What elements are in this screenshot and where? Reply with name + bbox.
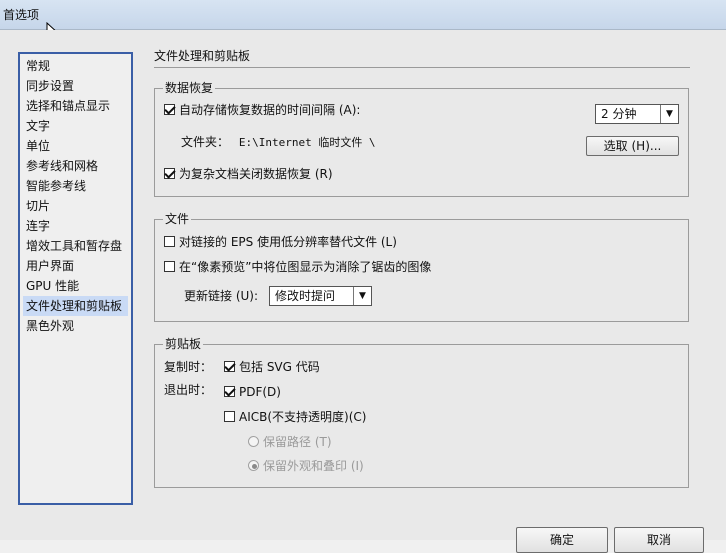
preserve-paths-label: 保留路径 (T) xyxy=(263,435,332,449)
pdf-label: PDF(D) xyxy=(239,385,281,399)
sidebar-item-plugins-scratch[interactable]: 增效工具和暂存盘 xyxy=(23,236,128,256)
window-title: 首选项 xyxy=(3,8,40,22)
update-links-select[interactable]: 修改时提问 ▼ xyxy=(269,286,372,306)
ok-button[interactable]: 确定 xyxy=(516,527,608,553)
files-group: 文件 对链接的 EPS 使用低分辨率替代文件 (L) 在“像素预览”中将位图显示… xyxy=(154,211,689,322)
update-links-value: 修改时提问 xyxy=(275,289,336,303)
interval-value: 2 分钟 xyxy=(601,107,637,121)
preserve-appearance-row[interactable]: 保留外观和叠印 (I) xyxy=(248,457,364,475)
aicb-label: AICB(不支持透明度)(C) xyxy=(239,410,367,424)
antialias-checkbox[interactable] xyxy=(164,261,175,272)
sidebar-item-user-interface[interactable]: 用户界面 xyxy=(23,256,128,276)
sidebar-nav: 常规 同步设置 选择和锚点显示 文字 单位 参考线和网格 智能参考线 切片 连字… xyxy=(18,52,133,505)
pdf-row[interactable]: PDF(D) xyxy=(224,383,281,401)
page-title: 文件处理和剪贴板 xyxy=(154,49,251,63)
data-recovery-title: 数据恢复 xyxy=(163,80,216,96)
low-res-label: 对链接的 EPS 使用低分辨率替代文件 (L) xyxy=(179,235,397,249)
low-res-row[interactable]: 对链接的 EPS 使用低分辨率替代文件 (L) xyxy=(164,233,397,251)
aicb-row[interactable]: AICB(不支持透明度)(C) xyxy=(224,408,366,426)
autosave-row[interactable]: 自动存储恢复数据的时间间隔 (A): xyxy=(164,101,360,119)
sidebar-item-sync-settings[interactable]: 同步设置 xyxy=(23,76,128,96)
sidebar-item-units[interactable]: 单位 xyxy=(23,136,128,156)
folder-path: E:\Internet 临时文件 \ xyxy=(238,136,376,149)
update-links-label: 更新链接 (U): xyxy=(184,289,259,303)
complex-doc-label: 为复杂文档关闭数据恢复 (R) xyxy=(179,167,333,181)
sidebar-item-gpu-performance[interactable]: GPU 性能 xyxy=(23,276,128,296)
interval-select[interactable]: 2 分钟 ▼ xyxy=(595,104,679,124)
preferences-dialog: 常规 同步设置 选择和锚点显示 文字 单位 参考线和网格 智能参考线 切片 连字… xyxy=(0,30,726,553)
folder-row: 文件夹： E:\Internet 临时文件 \ xyxy=(181,133,376,151)
preserve-appearance-radio[interactable] xyxy=(248,460,259,471)
svg-label: 包括 SVG 代码 xyxy=(239,360,320,374)
svg-row[interactable]: 包括 SVG 代码 xyxy=(224,358,320,376)
sidebar-item-selection-anchor[interactable]: 选择和锚点显示 xyxy=(23,96,128,116)
sidebar-item-type[interactable]: 文字 xyxy=(23,116,128,136)
preserve-paths-row[interactable]: 保留路径 (T) xyxy=(248,433,332,451)
pdf-checkbox[interactable] xyxy=(224,386,235,397)
title-bar: 首选项 xyxy=(0,0,726,30)
preserve-appearance-label: 保留外观和叠印 (I) xyxy=(263,459,364,473)
data-recovery-group: 数据恢复 自动存储恢复数据的时间间隔 (A): 2 分钟 ▼ 文件夹： E:\I… xyxy=(154,80,689,197)
autosave-checkbox[interactable] xyxy=(164,104,175,115)
preserve-paths-radio[interactable] xyxy=(248,436,259,447)
sidebar-item-slices[interactable]: 切片 xyxy=(23,196,128,216)
clipboard-title: 剪贴板 xyxy=(163,336,204,352)
exit-label: 退出时： xyxy=(164,383,213,397)
folder-label: 文件夹： xyxy=(181,135,230,149)
files-title: 文件 xyxy=(163,211,192,227)
aicb-checkbox[interactable] xyxy=(224,411,235,422)
copy-label: 复制时： xyxy=(164,360,213,374)
sidebar-item-guides-grid[interactable]: 参考线和网格 xyxy=(23,156,128,176)
chevron-down-icon: ▼ xyxy=(353,287,371,305)
title-divider xyxy=(154,67,690,68)
complex-doc-checkbox[interactable] xyxy=(164,168,175,179)
sidebar-item-black-appearance[interactable]: 黑色外观 xyxy=(23,316,128,336)
antialias-label: 在“像素预览”中将位图显示为消除了锯齿的图像 xyxy=(179,260,432,274)
cancel-button[interactable]: 取消 xyxy=(614,527,704,553)
low-res-checkbox[interactable] xyxy=(164,236,175,247)
autosave-label: 自动存储恢复数据的时间间隔 (A): xyxy=(179,103,361,117)
choose-folder-button[interactable]: 选取 (H)... xyxy=(586,136,679,156)
svg-checkbox[interactable] xyxy=(224,361,235,372)
antialias-row[interactable]: 在“像素预览”中将位图显示为消除了锯齿的图像 xyxy=(164,258,431,276)
clipboard-group: 剪贴板 复制时： 包括 SVG 代码 退出时： PDF(D) AICB(不支持透… xyxy=(154,336,689,488)
settings-panel: 文件处理和剪贴板 数据恢复 自动存储恢复数据的时间间隔 (A): 2 分钟 ▼ … xyxy=(154,48,690,488)
sidebar-item-general[interactable]: 常规 xyxy=(23,56,128,76)
chevron-down-icon: ▼ xyxy=(660,105,678,123)
sidebar-item-hyphenation[interactable]: 连字 xyxy=(23,216,128,236)
sidebar-item-file-handling[interactable]: 文件处理和剪贴板 xyxy=(23,296,128,316)
complex-doc-row[interactable]: 为复杂文档关闭数据恢复 (R) xyxy=(164,165,333,183)
sidebar-item-smart-guides[interactable]: 智能参考线 xyxy=(23,176,128,196)
